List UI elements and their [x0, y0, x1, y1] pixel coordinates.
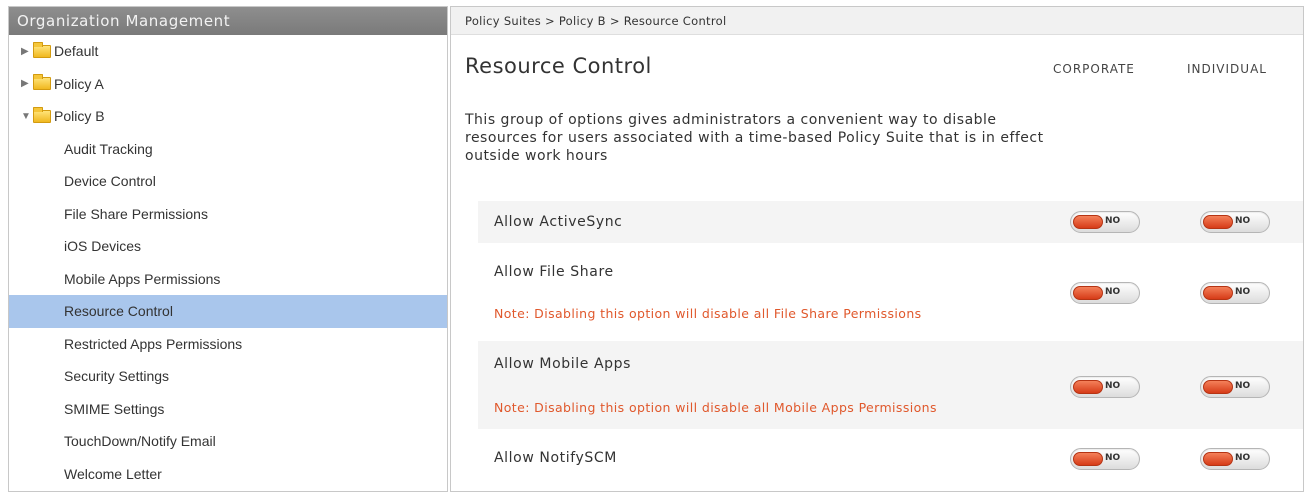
- tree-item-label: Default: [54, 43, 99, 60]
- individual-toggle[interactable]: NO: [1200, 211, 1270, 233]
- tree-item-label: File Share Permissions: [64, 205, 208, 222]
- tree-item-audit-tracking[interactable]: Audit Tracking: [9, 133, 447, 166]
- option-label: Allow ActiveSync: [494, 214, 623, 230]
- open-folder-icon: [33, 106, 51, 123]
- tree-item-label: Device Control: [64, 173, 156, 190]
- tree-item-label: Welcome Letter: [64, 465, 162, 482]
- tree-item-label: Security Settings: [64, 368, 170, 385]
- folder-icon: [33, 74, 51, 91]
- option-row-allow-notifyscm: Allow NotifySCM NO NO: [478, 435, 1303, 481]
- expand-arrow-icon[interactable]: ▶: [21, 46, 33, 57]
- tree-item-label: SMIME Settings: [64, 400, 165, 417]
- tree-item-smime-settings[interactable]: SMIME Settings: [9, 393, 447, 426]
- corporate-toggle[interactable]: NO: [1070, 376, 1140, 398]
- toggle-state-label: NO: [1105, 381, 1121, 391]
- tree-item-ios-devices[interactable]: iOS Devices: [9, 230, 447, 263]
- option-row-allow-activesync: Allow ActiveSync NO NO: [478, 201, 1303, 243]
- individual-toggle[interactable]: NO: [1200, 282, 1270, 304]
- toggle-knob: [1073, 380, 1103, 394]
- tree-item-label: TouchDown/Notify Email: [64, 433, 216, 450]
- toggle-knob: [1073, 452, 1103, 466]
- tree-item-mobile-apps-permissions[interactable]: Mobile Apps Permissions: [9, 263, 447, 296]
- resource-control-panel: Policy Suites > Policy B > Resource Cont…: [450, 6, 1304, 492]
- option-row-allow-mobile-apps: Allow Mobile Apps Note: Disabling this o…: [478, 341, 1303, 429]
- section-description: This group of options gives administrato…: [465, 112, 1044, 164]
- panel-title: Organization Management: [9, 7, 447, 35]
- option-label: Allow File Share: [494, 264, 614, 280]
- tree-item-label: Policy A: [54, 75, 104, 92]
- tree-item-touchdown-notify-email[interactable]: TouchDown/Notify Email: [9, 425, 447, 458]
- option-warning-note: Note: Disabling this option will disable…: [494, 306, 922, 321]
- collapse-arrow-icon[interactable]: ▼: [21, 111, 33, 122]
- column-header-corporate: CORPORATE: [1053, 62, 1135, 76]
- option-label: Allow NotifySCM: [494, 450, 617, 466]
- corporate-toggle[interactable]: NO: [1070, 282, 1140, 304]
- tree-item-label: Restricted Apps Permissions: [64, 335, 243, 352]
- toggle-state-label: NO: [1105, 453, 1121, 463]
- toggle-knob: [1073, 286, 1103, 300]
- toggle-state-label: NO: [1235, 381, 1251, 391]
- individual-toggle[interactable]: NO: [1200, 376, 1270, 398]
- policy-tree: ▶ Default ▶ Policy A ▼ Policy B Audit Tr…: [9, 35, 447, 490]
- breadcrumb: Policy Suites > Policy B > Resource Cont…: [451, 7, 1303, 35]
- folder-icon: [33, 41, 51, 58]
- toggle-state-label: NO: [1105, 216, 1121, 226]
- tree-item-label: Policy B: [54, 108, 105, 125]
- tree-item-restricted-apps-permissions[interactable]: Restricted Apps Permissions: [9, 328, 447, 361]
- tree-item-policy-b[interactable]: ▼ Policy B: [9, 100, 447, 133]
- option-row-allow-file-share: Allow File Share Note: Disabling this op…: [478, 249, 1303, 333]
- option-label: Allow Mobile Apps: [494, 356, 632, 372]
- expand-arrow-icon[interactable]: ▶: [21, 78, 33, 89]
- tree-item-device-control[interactable]: Device Control: [9, 165, 447, 198]
- tree-item-resource-control[interactable]: Resource Control: [9, 295, 447, 328]
- organization-tree-panel: Organization Management ▶ Default ▶ Poli…: [8, 6, 448, 492]
- toggle-knob: [1203, 286, 1233, 300]
- option-warning-note: Note: Disabling this option will disable…: [494, 400, 937, 415]
- toggle-state-label: NO: [1105, 287, 1121, 297]
- toggle-knob: [1203, 452, 1233, 466]
- column-header-individual: INDIVIDUAL: [1187, 62, 1267, 76]
- tree-item-label: Mobile Apps Permissions: [64, 270, 221, 287]
- tree-item-label: Audit Tracking: [64, 140, 153, 157]
- page-title: Resource Control: [465, 54, 652, 78]
- toggle-knob: [1203, 215, 1233, 229]
- tree-item-file-share-permissions[interactable]: File Share Permissions: [9, 198, 447, 231]
- toggle-state-label: NO: [1235, 287, 1251, 297]
- individual-toggle[interactable]: NO: [1200, 448, 1270, 470]
- toggle-state-label: NO: [1235, 216, 1251, 226]
- tree-item-default[interactable]: ▶ Default: [9, 35, 447, 68]
- tree-item-security-settings[interactable]: Security Settings: [9, 360, 447, 393]
- tree-item-policy-a[interactable]: ▶ Policy A: [9, 68, 447, 101]
- corporate-toggle[interactable]: NO: [1070, 211, 1140, 233]
- toggle-state-label: NO: [1235, 453, 1251, 463]
- toggle-knob: [1073, 215, 1103, 229]
- corporate-toggle[interactable]: NO: [1070, 448, 1140, 470]
- tree-item-label: iOS Devices: [64, 238, 142, 255]
- tree-item-label: Resource Control: [64, 303, 173, 320]
- toggle-knob: [1203, 380, 1233, 394]
- tree-item-welcome-letter[interactable]: Welcome Letter: [9, 458, 447, 491]
